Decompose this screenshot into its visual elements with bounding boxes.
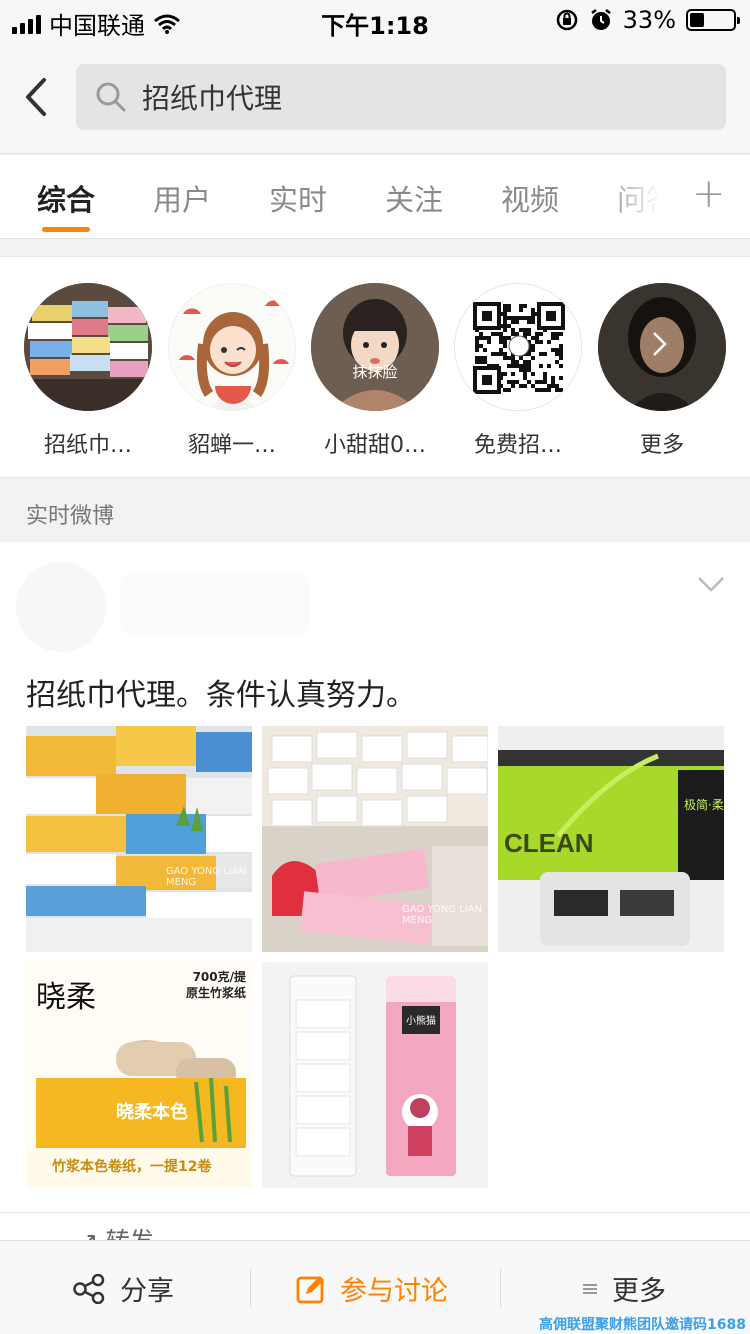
chevron-down-icon[interactable] [696, 574, 726, 594]
tab-following[interactable]: 关注 [385, 177, 443, 219]
search-header [0, 40, 750, 154]
discuss-button[interactable]: 参与讨论 [296, 1269, 448, 1308]
user-name-more: 更多 [639, 433, 684, 458]
tissue-packs-image [26, 726, 252, 952]
add-tab-icon[interactable]: + [692, 171, 726, 217]
tissue-roll-pack-image [262, 962, 488, 1188]
share-button[interactable]: 分享 [72, 1269, 174, 1308]
tissue-stack-image [24, 283, 152, 411]
user-item[interactable]: 貂蝉一… [162, 283, 302, 459]
post-image[interactable]: 晓柔 700克/提 原生竹浆纸 晓柔本色 竹浆本色卷纸，一提12卷 [26, 962, 252, 1188]
divider [250, 1269, 251, 1307]
alarm-icon [590, 9, 611, 30]
avatar-overlay-text: 抹抹脸 [352, 363, 398, 381]
search-input[interactable] [142, 64, 702, 130]
author-name[interactable] [120, 574, 310, 634]
status-right: 33% [555, 6, 740, 34]
tab-bar: 综合 用户 实时 关注 视频 问答 + [0, 155, 750, 239]
battery-percent: 33% [622, 6, 676, 34]
product-brand: 晓柔 [36, 980, 96, 1015]
search-icon [96, 82, 126, 112]
image-sub-text: 极简·柔 [684, 798, 724, 812]
post-card[interactable]: 招纸巾代理。条件认真努力。 GAO YONG LIAN MENG GAO YON… [0, 542, 750, 1255]
more-label: 更多 [612, 1276, 666, 1307]
tab-videos[interactable]: 视频 [501, 177, 559, 219]
user-item-more[interactable]: 更多 [592, 283, 732, 459]
user-item[interactable]: 免费招… [448, 283, 588, 459]
section-title: 实时微博 [26, 504, 115, 529]
battery-fill [690, 13, 704, 27]
user-item[interactable]: 抹抹脸 小甜甜0… [305, 283, 445, 459]
status-bar: 中国联通 下午1:18 33% [0, 0, 750, 40]
tab-fade [600, 155, 685, 237]
chevron-right-icon [650, 329, 670, 367]
product-weight: 700克/提 [192, 970, 246, 984]
screen: 中国联通 下午1:18 33% 招纸巾代理 综合 用户 实时 关注 视频 + 招… [0, 0, 750, 1334]
more-button[interactable]: 更多 [582, 1269, 666, 1308]
back-icon[interactable] [20, 74, 56, 120]
cartoon-girl-image [169, 284, 295, 410]
post-image[interactable]: CLEAN 极简·柔 [498, 726, 724, 952]
search-bar[interactable] [76, 64, 726, 130]
author-avatar[interactable] [16, 562, 106, 652]
user-name: 小甜甜0… [324, 433, 426, 458]
tab-users[interactable]: 用户 [153, 177, 211, 219]
corner-watermark: 高佣联盟聚财熊团队邀请码1688 [539, 1317, 746, 1333]
battery-icon [686, 9, 740, 31]
section-header: 实时微博 [0, 480, 750, 542]
product-caption: 竹浆本色卷纸，一提12卷 [52, 1159, 212, 1175]
user-carousel: 招纸巾… 貂蝉一… 抹抹脸 小甜甜0… 免费招… 更多 [0, 256, 750, 478]
avatar [598, 283, 726, 411]
image-watermark: GAO YONG LIAN MENG [166, 866, 247, 888]
share-icon [73, 1273, 105, 1304]
avatar [454, 283, 582, 411]
tab-comprehensive[interactable]: 综合 [37, 177, 95, 219]
user-name: 招纸巾… [43, 433, 132, 458]
orientation-lock-icon [556, 9, 577, 31]
menu-icon [583, 1283, 597, 1294]
discuss-label: 参与讨论 [340, 1276, 448, 1307]
edit-icon [296, 1275, 324, 1303]
post-actions: ↗ 转发 [0, 1212, 750, 1255]
avatar: 抹抹脸 [311, 283, 439, 411]
roll-pack-label: 小熊猫 [406, 1016, 436, 1027]
product-material: 原生竹浆纸 [185, 986, 246, 1000]
avatar [168, 283, 296, 411]
tab-active-indicator [42, 227, 90, 232]
post-image[interactable]: 小熊猫 [262, 962, 488, 1188]
child-photo-image [311, 283, 439, 411]
post-image[interactable]: GAO YONG LIAN MENG [262, 726, 488, 952]
user-item[interactable]: 招纸巾… [18, 283, 158, 459]
divider [500, 1269, 501, 1307]
qr-code-image [455, 284, 581, 410]
image-watermark: GAO YONG LIAN MENG [402, 904, 483, 926]
avatar [24, 283, 152, 411]
user-name: 貂蝉一… [187, 433, 276, 458]
tab-realtime[interactable]: 实时 [269, 177, 327, 219]
post-text: 招纸巾代理。条件认真努力。 [26, 678, 416, 713]
product-pack-label: 晓柔本色 [116, 1102, 188, 1123]
image-brand-text: CLEAN [504, 828, 594, 858]
share-label: 分享 [120, 1276, 174, 1307]
user-name: 免费招… [473, 433, 562, 458]
post-image[interactable]: GAO YONG LIAN MENG [26, 726, 252, 952]
